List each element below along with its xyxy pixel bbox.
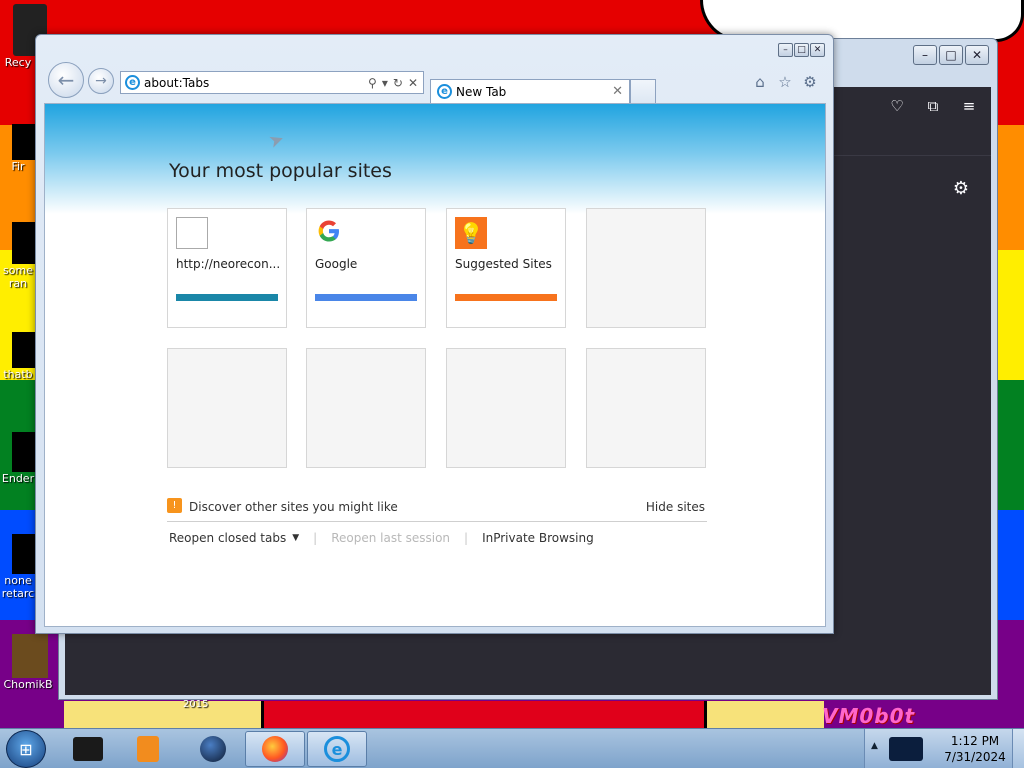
taskbar-app-firefox[interactable] xyxy=(245,731,305,767)
ie-content-area: ➤ Your most popular sites http://neoreco… xyxy=(44,103,826,627)
discover-link[interactable]: Discover other sites you might like xyxy=(189,500,398,514)
globe-icon xyxy=(200,736,226,762)
google-g-icon xyxy=(315,217,347,249)
network-icon[interactable] xyxy=(889,737,923,761)
show-hidden-icons-button[interactable]: ▲ xyxy=(871,741,878,751)
home-icon[interactable]: ⌂ xyxy=(751,73,769,91)
maximize-button[interactable]: □ xyxy=(794,43,809,57)
desktop-icon-label: thatb xyxy=(3,368,33,381)
taskbar-app-terminal[interactable] xyxy=(58,731,118,767)
shortcut-icon xyxy=(12,634,48,678)
maximize-button[interactable]: □ xyxy=(939,45,963,65)
minimize-button[interactable]: – xyxy=(913,45,937,65)
site-tile-empty xyxy=(446,348,566,468)
taskbar-app-ie[interactable]: e xyxy=(307,731,367,767)
taskbar: ⊞ e ▲ 1:12 PM 7/31/2024 xyxy=(0,728,1024,768)
desktop-icon-label: Ender xyxy=(1,472,35,485)
ie-window[interactable]: – □ ✕ ← → e about:Tabs ⚲ ▾ ↻ ✕ e New Tab… xyxy=(35,34,834,634)
start-button[interactable]: ⊞ xyxy=(6,730,46,768)
terminal-icon xyxy=(73,737,103,761)
site-tile-label: http://neorecon... xyxy=(176,257,281,271)
ie-tab-icon: e xyxy=(437,84,452,99)
lightbulb-icon: ! xyxy=(167,498,182,513)
close-button[interactable]: ✕ xyxy=(810,43,825,57)
media-player-icon xyxy=(137,736,159,762)
address-input[interactable]: about:Tabs xyxy=(144,76,368,90)
separator: | xyxy=(313,531,318,545)
back-button[interactable]: ← xyxy=(48,62,84,98)
hide-sites-link[interactable]: Hide sites xyxy=(646,500,705,514)
tab-close-icon[interactable]: ✕ xyxy=(612,84,623,99)
ie-page-icon: e xyxy=(125,75,140,90)
desktop-icon-label: ran xyxy=(8,277,28,290)
favorites-star-icon[interactable]: ☆ xyxy=(776,73,794,91)
new-tab-button[interactable] xyxy=(630,79,656,103)
firefox-icon xyxy=(262,736,288,762)
site-tile-label: Suggested Sites xyxy=(455,257,552,271)
desktop-icon-label: Fir xyxy=(11,160,25,173)
refresh-icon[interactable]: ↻ xyxy=(393,76,403,90)
tools-gear-icon[interactable]: ⚙ xyxy=(801,73,819,91)
wallpaper-art xyxy=(64,701,264,728)
tab-title: New Tab xyxy=(456,84,507,99)
site-tile-suggested-sites[interactable]: 💡 Suggested Sites xyxy=(446,208,566,328)
site-tile-neorecon[interactable]: http://neorecon... xyxy=(167,208,287,328)
back-arrow-icon: ← xyxy=(57,68,75,92)
site-tile-empty xyxy=(586,208,706,328)
site-tile-label: Google xyxy=(315,257,358,271)
show-desktop-button[interactable] xyxy=(1012,729,1024,768)
tab-new-tab[interactable]: e New Tab ✕ xyxy=(430,79,630,103)
wallpaper-art xyxy=(264,701,704,728)
stop-icon[interactable]: ✕ xyxy=(408,76,418,90)
taskbar-app-browser[interactable] xyxy=(183,731,243,767)
menu-icon[interactable]: ≡ xyxy=(959,97,979,115)
chevron-down-icon[interactable]: ▼ xyxy=(292,533,299,543)
wallpaper-art xyxy=(704,701,824,728)
close-button[interactable]: ✕ xyxy=(965,45,989,65)
site-tile-google[interactable]: Google xyxy=(306,208,426,328)
site-tile-empty xyxy=(306,348,426,468)
windows-logo-icon: ⊞ xyxy=(19,739,33,759)
minimize-button[interactable]: – xyxy=(778,43,793,57)
ie-icon: e xyxy=(324,736,350,762)
discover-row: ! Discover other sites you might like Hi… xyxy=(167,494,707,522)
address-bar[interactable]: e about:Tabs ⚲ ▾ ↻ ✕ xyxy=(120,71,424,94)
taskbar-app-media[interactable] xyxy=(118,731,178,767)
desktop-icon-label: some xyxy=(3,264,33,277)
forward-button[interactable]: → xyxy=(88,68,114,94)
dropdown-arrow-icon[interactable]: ▾ xyxy=(382,76,388,90)
desktop-icon-chomik[interactable]: ChomikB xyxy=(0,634,60,691)
ie-caption-buttons: – □ ✕ xyxy=(778,43,825,57)
header-banner xyxy=(45,104,825,214)
session-links: Reopen closed tabs ▼ | Reopen last sessi… xyxy=(169,528,594,548)
search-icon[interactable]: ⚲ xyxy=(368,76,377,90)
extensions-icon[interactable]: ⧉ xyxy=(923,97,943,115)
firefox-caption-buttons: – □ ✕ xyxy=(913,45,989,65)
clock-date[interactable]: 7/31/2024 xyxy=(943,750,1007,764)
desktop-icon-label: ChomikB xyxy=(3,678,53,691)
lightbulb-icon: 💡 xyxy=(455,217,487,249)
desktop-icon-label: Recy xyxy=(4,56,32,69)
settings-gear-icon[interactable]: ⚙ xyxy=(951,178,971,199)
site-tile-bar xyxy=(455,294,557,301)
separator: | xyxy=(464,531,469,545)
reopen-closed-tabs-link[interactable]: Reopen closed tabs xyxy=(169,531,286,545)
watermark: VM0b0t xyxy=(822,704,916,728)
pocket-icon[interactable]: ♡ xyxy=(887,97,907,115)
system-tray: ▲ 1:12 PM 7/31/2024 xyxy=(864,729,1024,768)
page-title: Your most popular sites xyxy=(169,160,392,182)
desktop-icon-label: none xyxy=(4,574,32,587)
clock-time[interactable]: 1:12 PM xyxy=(943,734,1007,748)
site-tile-bar xyxy=(176,294,278,301)
inprivate-browsing-link[interactable]: InPrivate Browsing xyxy=(482,531,594,545)
site-tile-empty xyxy=(586,348,706,468)
site-tile-bar xyxy=(315,294,417,301)
site-tile-empty xyxy=(167,348,287,468)
blank-page-icon xyxy=(176,217,208,249)
reopen-last-session-link: Reopen last session xyxy=(331,531,451,545)
desktop-icon-label: retarc xyxy=(1,587,35,600)
year-text: 2015 xyxy=(183,699,209,710)
forward-arrow-icon: → xyxy=(95,73,107,89)
